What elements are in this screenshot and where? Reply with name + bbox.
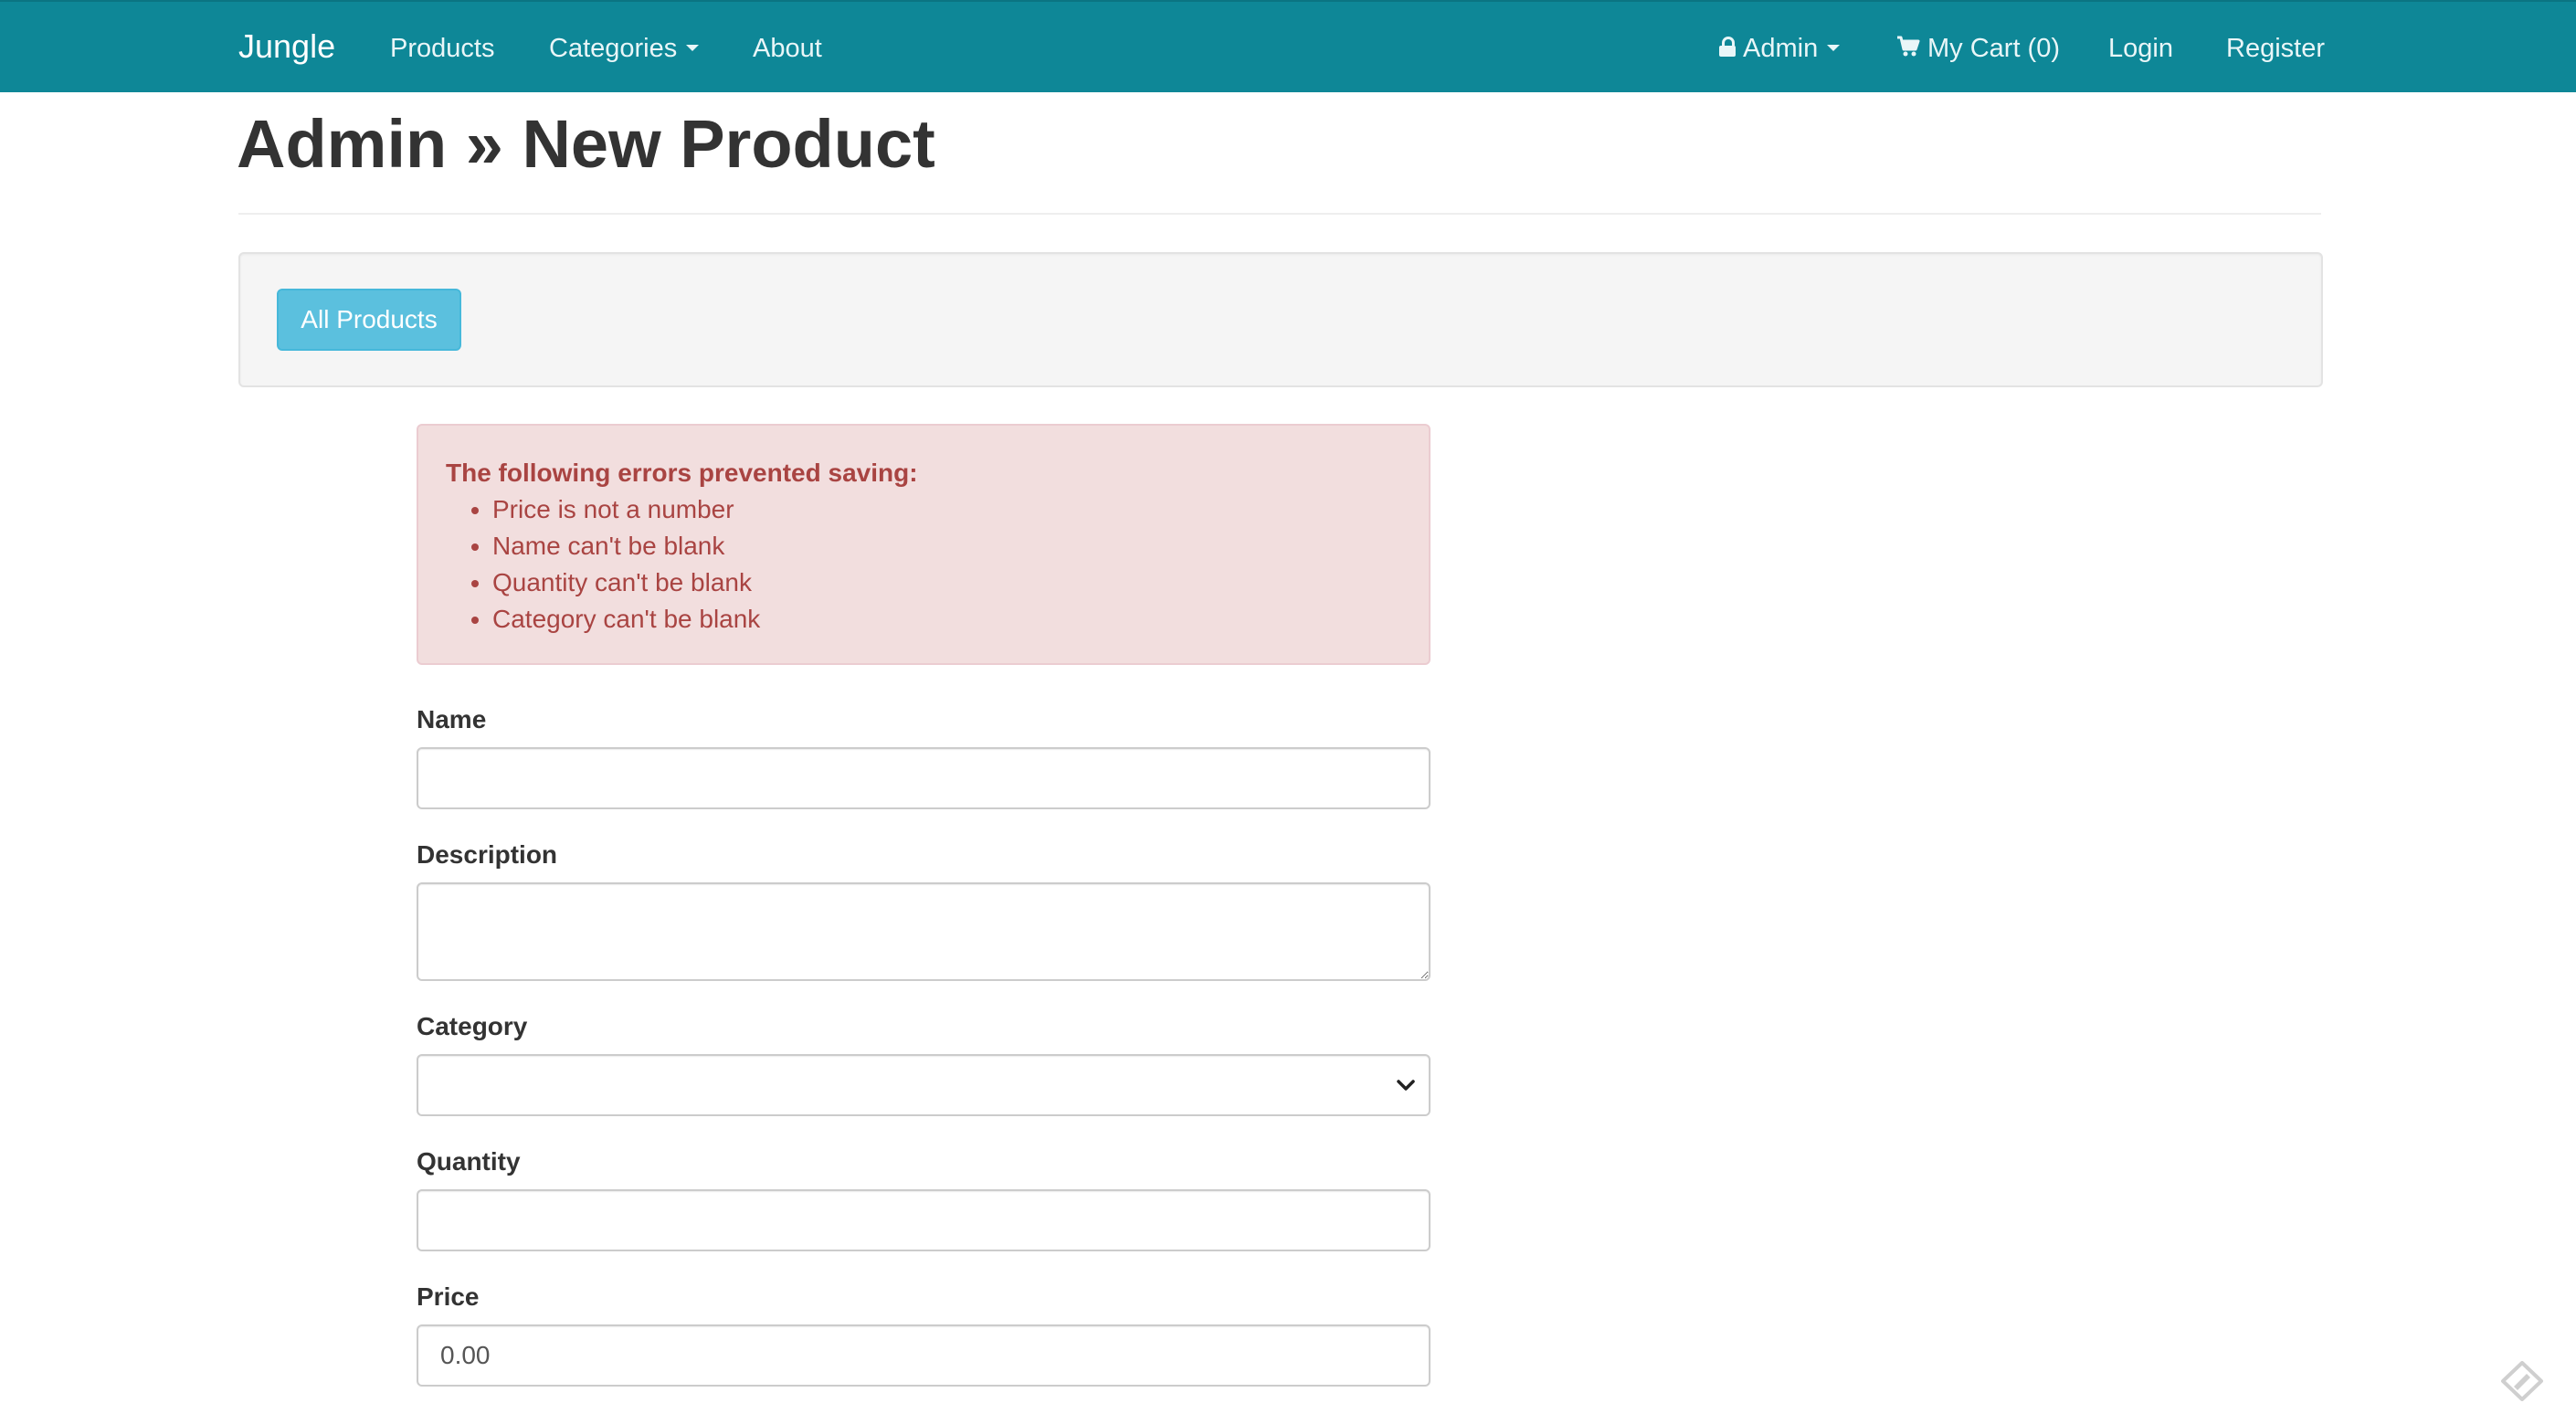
nav-about-label: About xyxy=(753,34,822,63)
description-textarea[interactable] xyxy=(417,882,1431,981)
price-label: Price xyxy=(417,1282,480,1311)
error-item: Name can't be blank xyxy=(492,528,760,564)
header-divider xyxy=(238,213,2321,215)
nav-login-label: Login xyxy=(2108,34,2173,63)
brand-link[interactable]: Jungle xyxy=(238,26,335,68)
nav-register-link[interactable]: Register xyxy=(2226,31,2325,66)
quantity-input[interactable] xyxy=(417,1189,1431,1251)
description-label: Description xyxy=(417,840,558,869)
category-select[interactable] xyxy=(417,1054,1431,1116)
page-title: Admin » New Product xyxy=(237,106,935,182)
shopping-cart-icon xyxy=(1897,36,1920,57)
nav-products-label: Products xyxy=(390,34,495,63)
error-list: Price is not a number Name can't be blan… xyxy=(446,491,760,638)
nav-register-label: Register xyxy=(2226,34,2325,63)
quantity-label: Quantity xyxy=(417,1147,521,1176)
nav-categories-label: Categories xyxy=(549,34,678,63)
price-input[interactable] xyxy=(417,1324,1431,1387)
error-alert-title: The following errors prevented saving: xyxy=(446,459,918,487)
category-label: Category xyxy=(417,1012,528,1040)
nav-products-link[interactable]: Products xyxy=(390,31,494,66)
name-input[interactable] xyxy=(417,747,1431,809)
error-item: Category can't be blank xyxy=(492,601,760,638)
nav-about-link[interactable]: About xyxy=(753,31,822,66)
name-label: Name xyxy=(417,705,487,733)
nav-categories-dropdown[interactable]: Categories xyxy=(549,31,700,66)
top-navbar: Jungle Products Categories About Admin M… xyxy=(0,0,2576,92)
nav-login-link[interactable]: Login xyxy=(2108,31,2173,66)
diamond-edit-icon[interactable] xyxy=(2499,1361,2545,1401)
nav-cart-link[interactable]: My Cart (0) xyxy=(1896,31,2060,66)
lock-icon xyxy=(1719,37,1736,58)
error-item: Price is not a number xyxy=(492,491,760,528)
error-item: Quantity can't be blank xyxy=(492,564,760,601)
nav-admin-label: Admin xyxy=(1743,34,1819,63)
nav-cart-label: My Cart (0) xyxy=(1927,34,2060,63)
all-products-button[interactable]: All Products xyxy=(277,289,461,351)
caret-down-icon xyxy=(686,45,700,52)
chevron-down-icon xyxy=(1397,1080,1415,1091)
caret-down-icon xyxy=(1827,45,1841,52)
action-well: All Products xyxy=(238,252,2323,387)
error-alert: The following errors prevented saving: P… xyxy=(417,424,1431,665)
nav-admin-dropdown[interactable]: Admin xyxy=(1719,31,1841,66)
